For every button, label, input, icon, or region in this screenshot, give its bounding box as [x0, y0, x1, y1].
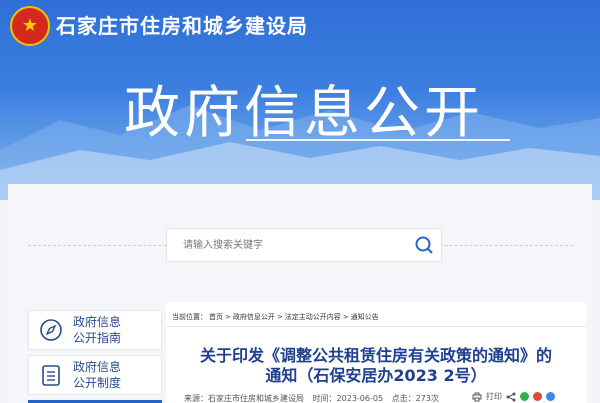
sidebar-item-system[interactable]: 政府信息 公开制度: [28, 355, 162, 395]
wechat-share-icon[interactable]: [520, 392, 529, 401]
header-banner: ★ 石家庄市住房和城乡建设局 政府信息公开: [0, 0, 600, 200]
search-input[interactable]: [167, 229, 407, 261]
print-label[interactable]: 打印: [486, 391, 502, 402]
article-actions: 打印: [472, 391, 555, 402]
content-panel: 政府信息 公开指南 政府信息 公开制度 当前位置：首页>政府信息公开>法定主动公…: [8, 184, 592, 403]
breadcrumb-divider: [166, 326, 586, 327]
weibo-share-icon[interactable]: [533, 392, 542, 401]
sidebar-item-label: 政府信息 公开制度: [73, 360, 122, 390]
title-underline: [246, 139, 510, 141]
print-icon[interactable]: [472, 392, 482, 402]
article-source: 来源：石家庄市住房和城乡建设局: [184, 394, 304, 403]
article-clicks: 点击：273次: [391, 394, 439, 403]
breadcrumb-item-legal[interactable]: 法定主动公开内容: [285, 313, 341, 321]
site-name[interactable]: 石家庄市住房和城乡建设局: [56, 10, 308, 39]
breadcrumb-item-info[interactable]: 政府信息公开: [233, 313, 275, 321]
sidebar-item-label: 政府信息 公开指南: [73, 315, 122, 345]
breadcrumb: 当前位置： 首页 > 政府信息公开 > 法定主动公开内容 > 通知公告: [172, 312, 381, 322]
breadcrumb-sep: >: [342, 313, 349, 321]
breadcrumb-sep: >: [225, 313, 231, 321]
list-icon: [29, 363, 73, 387]
sidebar-item-guide[interactable]: 政府信息 公开指南: [28, 310, 162, 350]
share-icon[interactable]: [506, 392, 516, 402]
article-meta: 来源：石家庄市住房和城乡建设局 时间：2023-06-05 点击：273次: [184, 393, 445, 403]
compass-icon: [29, 318, 73, 342]
page-title: 政府信息公开: [124, 81, 484, 146]
breadcrumb-prefix: 当前位置：: [172, 313, 207, 321]
article-title: 关于印发《调整公共租赁住房有关政策的通知》的 通知（石保安居办2023 2号）: [199, 346, 552, 385]
breadcrumb-item-notice[interactable]: 通知公告: [351, 313, 379, 321]
breadcrumb-item-home[interactable]: 首页: [209, 313, 223, 321]
qq-share-icon[interactable]: [546, 392, 555, 401]
article-card: 当前位置： 首页 > 政府信息公开 > 法定主动公开内容 > 通知公告 关于印发《调整公共租赁…: [166, 302, 586, 403]
breadcrumb-sep: >: [276, 313, 283, 321]
national-emblem-icon: ★: [10, 6, 50, 46]
search-icon[interactable]: [407, 228, 441, 262]
article-time: 时间：2023-06-05: [312, 394, 384, 403]
search-box: [166, 228, 442, 262]
